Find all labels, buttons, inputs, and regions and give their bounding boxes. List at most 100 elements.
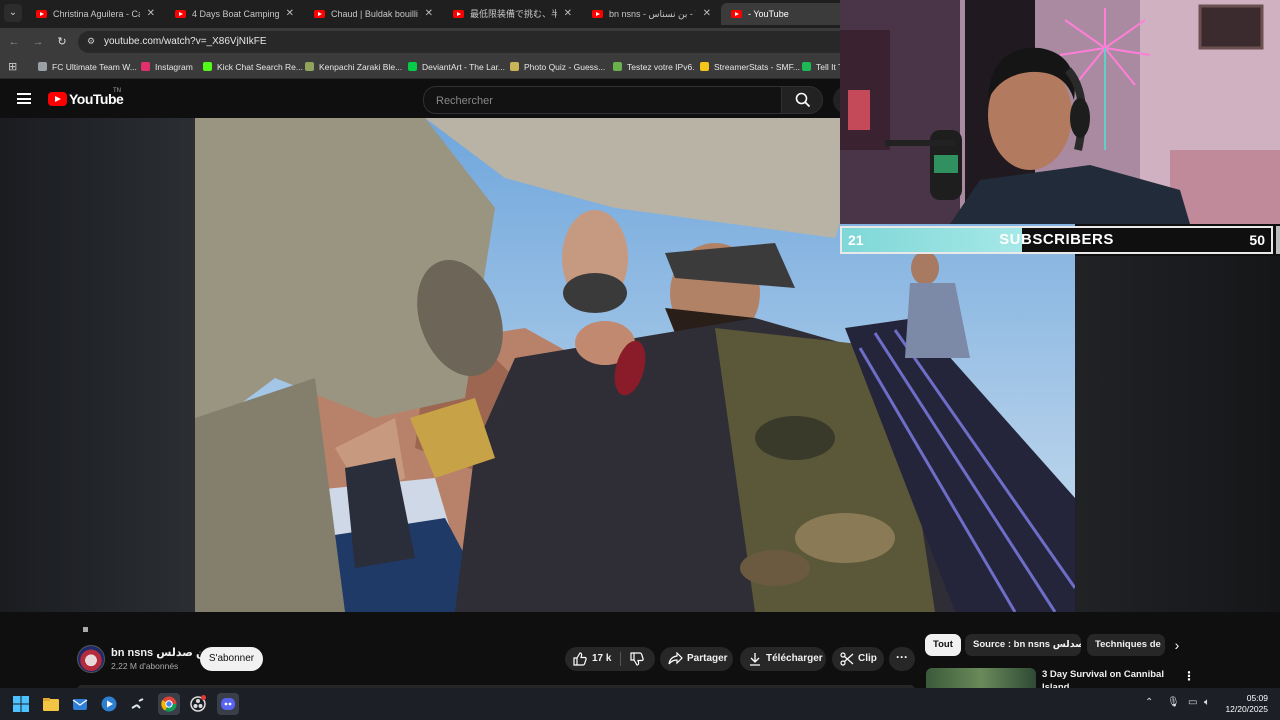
deviantart-icon bbox=[408, 62, 417, 71]
url-text: youtube.com/watch?v=_X86VjNIkFE bbox=[104, 36, 267, 47]
kick-icon bbox=[203, 62, 212, 71]
like-button[interactable]: 17 k bbox=[565, 647, 620, 671]
chip-techniques[interactable]: Techniques de bbox=[1087, 634, 1165, 656]
windows-taskbar: ⌃ 🎙︎ ▭ 🔈︎ 05:09 12/20/2025 bbox=[0, 688, 1280, 720]
apps-grid-icon[interactable]: ⊞ bbox=[8, 56, 17, 78]
bookmark-item[interactable]: DeviantArt - The Lar... bbox=[408, 56, 505, 78]
youtube-favicon-icon bbox=[36, 10, 47, 18]
share-button[interactable]: Partager bbox=[660, 647, 733, 671]
obs-icon[interactable] bbox=[187, 693, 209, 715]
bookmark-item[interactable]: FC Ultimate Team W... bbox=[38, 56, 137, 78]
ipv6-icon bbox=[613, 62, 622, 71]
browser-tab-bar: ⌄ Christina Aguilera - Can't✕4 Days Boat… bbox=[0, 0, 857, 28]
scissors-icon bbox=[840, 652, 854, 666]
recommendation-menu-icon[interactable]: ⋮ bbox=[1183, 669, 1195, 683]
bookmark-item[interactable]: Kenpachi Zaraki Ble... bbox=[305, 56, 402, 78]
tab-close-icon[interactable]: ✕ bbox=[703, 3, 711, 25]
browser-tab[interactable]: - YouTube🔊︎ bbox=[721, 3, 857, 25]
fc-icon bbox=[38, 62, 47, 71]
bookmark-item[interactable]: Instagram bbox=[141, 56, 193, 78]
recommendation-thumbnail[interactable] bbox=[926, 668, 1036, 688]
tab-close-icon[interactable]: ✕ bbox=[286, 3, 294, 25]
more-actions-button[interactable]: ··· bbox=[889, 647, 915, 671]
hamburger-menu-icon[interactable] bbox=[17, 93, 31, 104]
subscriber-goal-label: SUBSCRIBERS bbox=[999, 231, 1114, 248]
download-button[interactable]: Télécharger bbox=[740, 647, 826, 671]
address-bar[interactable]: ⚙ youtube.com/watch?v=_X86VjNIkFE bbox=[78, 31, 840, 53]
forward-icon[interactable]: → bbox=[30, 34, 46, 50]
browser-toolbar: ← → ↻ ⚙ youtube.com/watch?v=_X86VjNIkFE bbox=[0, 28, 840, 56]
browser-tab-label: Christina Aguilera - Can't bbox=[53, 9, 140, 19]
volume-icon[interactable]: 🔈︎ bbox=[1204, 697, 1210, 708]
chrome-icon[interactable] bbox=[158, 693, 180, 715]
steam-icon[interactable] bbox=[127, 693, 149, 715]
subscriber-goal-bar: 21 SUBSCRIBERS 50 bbox=[840, 226, 1280, 254]
media-player-icon[interactable] bbox=[98, 693, 120, 715]
bookmarks-bar: ⊞ FC Ultimate Team W... Instagram Kick Cha… bbox=[0, 56, 843, 79]
video-ambient-right bbox=[1075, 256, 1280, 612]
browser-tab[interactable]: Chaud | Buldak bouilli avec ✕ bbox=[304, 3, 440, 25]
browser-tab-label: Chaud | Buldak bouilli avec bbox=[331, 9, 418, 19]
youtube-favicon-icon bbox=[175, 10, 186, 18]
youtube-favicon-icon bbox=[592, 10, 603, 18]
bookmark-item[interactable]: Testez votre IPv6. bbox=[613, 56, 695, 78]
browser-tab[interactable]: 最低限装備で挑む、半サバイ ✕ bbox=[443, 3, 579, 25]
bookmark-item[interactable]: Photo Quiz - Guess... bbox=[510, 56, 605, 78]
browser-tab-label: 最低限装備で挑む、半サバイ bbox=[470, 9, 557, 19]
search-icon bbox=[795, 92, 811, 108]
browser-tab[interactable]: Christina Aguilera - Can't ✕ bbox=[26, 3, 162, 25]
tab-close-icon[interactable]: ✕ bbox=[564, 3, 572, 25]
discord-icon[interactable] bbox=[217, 693, 239, 715]
channel-avatar[interactable] bbox=[77, 645, 105, 673]
bookmark-item[interactable]: Tell It T bbox=[802, 56, 843, 78]
tab-close-icon[interactable]: ✕ bbox=[425, 3, 433, 25]
subscribe-button[interactable]: S'abonner bbox=[200, 647, 263, 671]
chip-all[interactable]: Tout bbox=[925, 634, 961, 656]
search-button[interactable] bbox=[781, 86, 823, 114]
dislike-button[interactable] bbox=[621, 647, 655, 671]
back-icon[interactable]: ← bbox=[6, 34, 22, 50]
download-label: Télécharger bbox=[766, 653, 823, 664]
bookmark-label: FC Ultimate Team W... bbox=[52, 62, 137, 72]
video-ambient-left bbox=[0, 118, 195, 612]
bookmark-item[interactable]: StreamerStats - SMF... bbox=[700, 56, 800, 78]
network-icon[interactable]: ▭ bbox=[1188, 697, 1197, 708]
youtube-country-code: TN bbox=[113, 88, 121, 94]
recommendation-title[interactable]: 3 Day Survival on Cannibal Island bbox=[1042, 668, 1172, 688]
share-icon bbox=[668, 652, 683, 665]
browser-tab[interactable]: 4 Days Boat Camping & C ✕ bbox=[165, 3, 301, 25]
browser-tab[interactable]: bn nsns - بن نسناس - YouTube ✕ bbox=[582, 3, 718, 25]
progress-indicator-dot bbox=[83, 627, 88, 632]
tab-close-icon[interactable]: ✕ bbox=[147, 3, 155, 25]
youtube-favicon-icon bbox=[731, 10, 742, 18]
thumbs-down-icon bbox=[630, 652, 644, 666]
clock[interactable]: 05:09 12/20/2025 bbox=[1225, 693, 1268, 715]
thumbs-up-icon bbox=[573, 652, 587, 666]
like-count: 17 k bbox=[592, 653, 612, 664]
bookmark-label: Kick Chat Search Re... bbox=[217, 62, 303, 72]
bookmark-label: Photo Quiz - Guess... bbox=[524, 62, 606, 72]
channel-name[interactable]: bn nsns بن صدلس bbox=[111, 646, 210, 659]
channel-subscriber-count: 2,22 M d'abonnés bbox=[111, 661, 179, 671]
bookmark-item[interactable]: Kick Chat Search Re... bbox=[203, 56, 303, 78]
clock-date: 12/20/2025 bbox=[1225, 704, 1268, 714]
file-explorer-icon[interactable] bbox=[40, 693, 62, 715]
clip-button[interactable]: Clip bbox=[832, 647, 884, 671]
mail-icon[interactable] bbox=[69, 693, 91, 715]
tray-chevron-up-icon[interactable]: ⌃ bbox=[1145, 697, 1153, 708]
share-label: Partager bbox=[687, 653, 728, 664]
youtube-favicon-icon bbox=[453, 10, 464, 18]
bookmark-label: Kenpachi Zaraki Ble... bbox=[319, 62, 403, 72]
search-input[interactable] bbox=[434, 87, 768, 115]
microphone-icon[interactable]: 🎙︎ bbox=[1167, 697, 1180, 708]
windows-start-icon[interactable] bbox=[10, 693, 32, 715]
kenpachi-icon bbox=[305, 62, 314, 71]
reload-icon[interactable]: ↻ bbox=[54, 34, 70, 50]
chip-source[interactable]: Source : bn nsns بن صدلس bbox=[965, 634, 1081, 656]
chevron-right-icon[interactable]: › bbox=[1168, 636, 1186, 654]
instagram-icon bbox=[141, 62, 150, 71]
site-info-icon[interactable]: ⚙ bbox=[87, 36, 97, 47]
browser-tab-label: - YouTube bbox=[748, 9, 789, 19]
tab-search-button[interactable]: ⌄ bbox=[4, 4, 22, 22]
download-icon bbox=[750, 653, 760, 666]
